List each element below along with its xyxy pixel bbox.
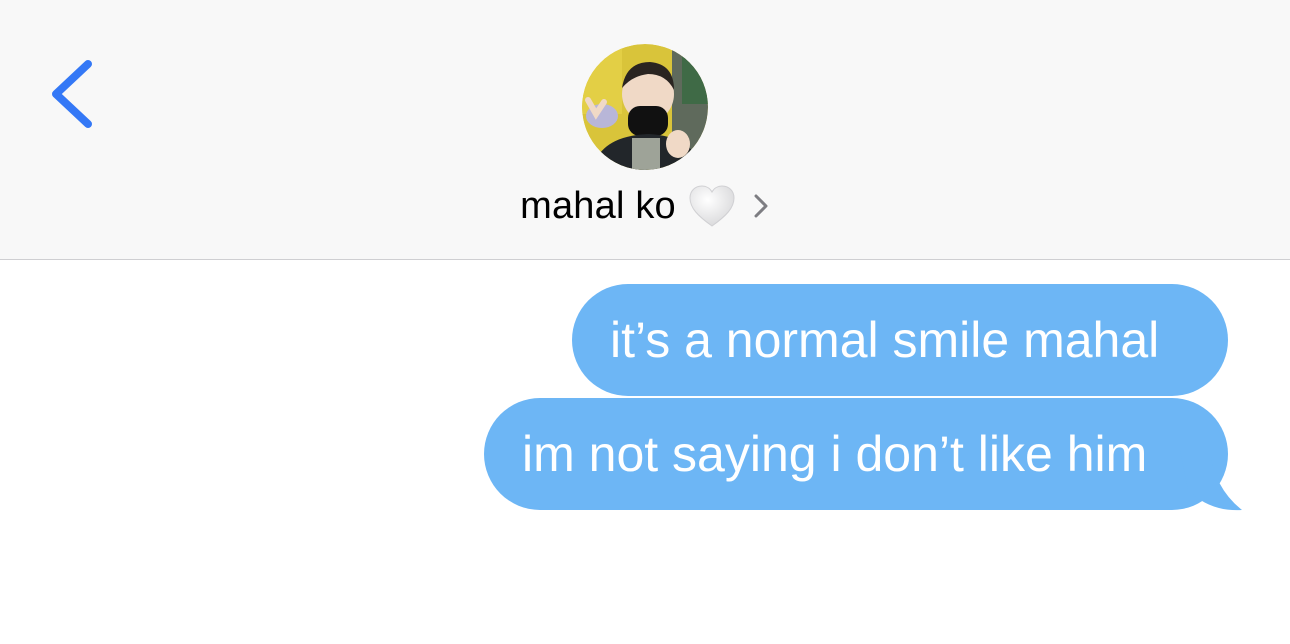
outgoing-message-bubble[interactable]: im not saying i don’t like him [484, 398, 1228, 510]
chevron-right-icon [752, 191, 770, 221]
message-thread: it’s a normal smile mahal im not saying … [0, 260, 1290, 644]
contact-details-link[interactable]: mahal ko [520, 184, 770, 228]
back-button[interactable] [40, 52, 110, 142]
white-heart-icon [688, 184, 736, 228]
chevron-left-icon [52, 60, 92, 128]
contact-avatar[interactable] [582, 44, 708, 170]
outgoing-message-bubble[interactable]: it’s a normal smile mahal [572, 284, 1228, 396]
contact-title: mahal ko [0, 178, 1290, 234]
conversation-header: mahal ko [0, 0, 1290, 260]
bubble-tail [1180, 450, 1250, 514]
avatar-image [582, 44, 708, 170]
contact-name: mahal ko [520, 184, 676, 227]
